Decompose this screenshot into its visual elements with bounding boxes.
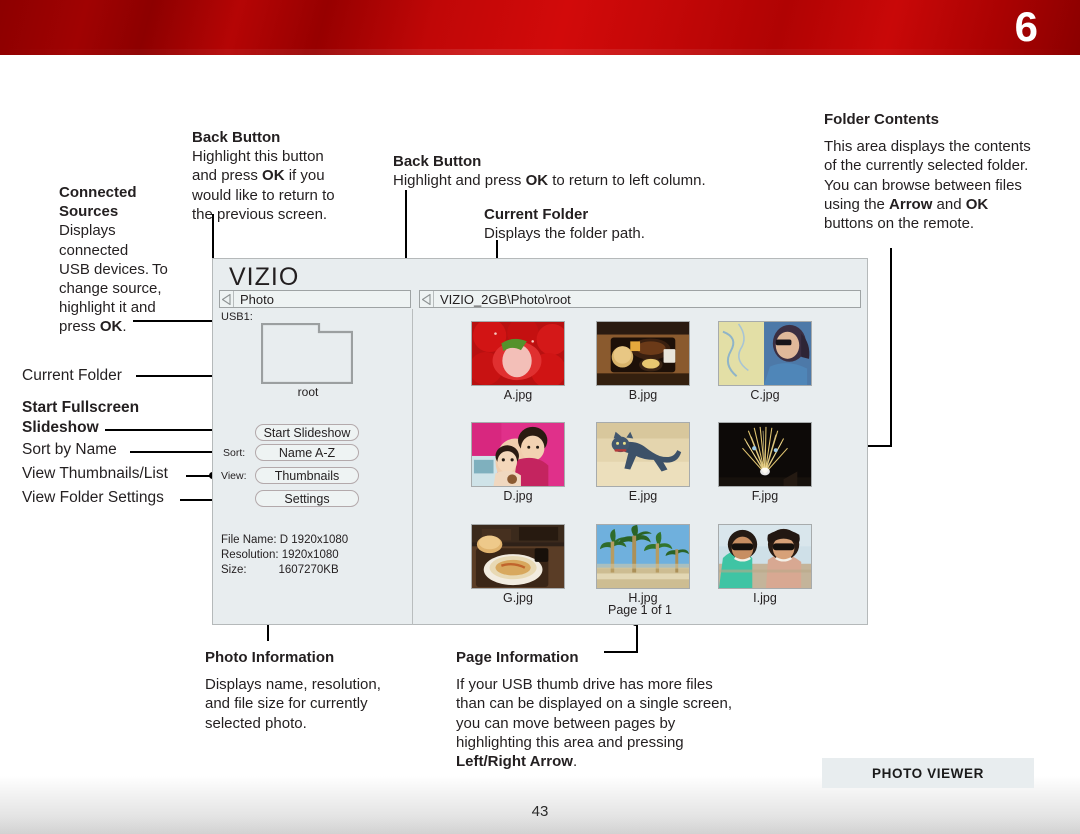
- tv-photo-viewer-screen: VIZIO Photo VIZIO_2GB\Photo\root USB1: r…: [212, 258, 868, 625]
- thumbnail-image-g[interactable]: [471, 524, 565, 589]
- connector-sort-by-name: [130, 451, 214, 453]
- annotation-page-information-body: If your USB thumb drive has more files t…: [456, 676, 733, 770]
- thumbnail-item[interactable]: C.jpg: [713, 321, 817, 402]
- thumbnail-image-h[interactable]: [596, 524, 690, 589]
- annotation-page-information: Page Information If your USB thumb drive…: [456, 648, 746, 771]
- thumbnail-label-b: B.jpg: [628, 388, 658, 402]
- annotation-view-folder-settings: View Folder Settings: [22, 489, 164, 506]
- view-button[interactable]: Thumbnails: [255, 467, 359, 484]
- annotation-current-folder: Current Folder: [22, 367, 122, 384]
- thumbnail-item[interactable]: I.jpg: [713, 524, 817, 605]
- thumbnail-image-c[interactable]: [718, 321, 812, 386]
- thumbnail-item[interactable]: D.jpg: [466, 422, 570, 503]
- page-number: 43: [531, 803, 549, 820]
- vizio-logo: VIZIO: [229, 263, 300, 291]
- annotation-connected-sources-title-1: Connected: [59, 184, 137, 201]
- annotation-back-button-left: Back Button Highlight this button and pre…: [192, 128, 367, 224]
- header-band: 6: [0, 0, 1080, 55]
- annotation-page-information-title: Page Information: [456, 649, 579, 666]
- annotation-back-button-left-title: Back Button: [192, 129, 281, 146]
- sort-prefix-label: Sort:: [223, 447, 246, 459]
- annotation-photo-information-body: Displays name, resolution, and file size…: [205, 676, 381, 732]
- thumbnail-label-d: D.jpg: [503, 489, 533, 503]
- annotation-current-folder-path-title: Current Folder: [484, 206, 589, 223]
- annotation-sort-by-name: Sort by Name: [22, 441, 117, 458]
- annotation-start-slideshow: Start Fullscreen Slideshow: [22, 398, 139, 438]
- thumbnail-label-e: E.jpg: [628, 489, 658, 503]
- chapter-number: 6: [1014, 3, 1038, 50]
- annotation-start-slideshow-title-1: Start Fullscreen: [22, 399, 140, 416]
- view-prefix-label: View:: [221, 470, 247, 482]
- thumbnail-image-b[interactable]: [596, 321, 690, 386]
- thumbnail-label-a: A.jpg: [503, 388, 533, 402]
- thumbnail-image-d[interactable]: [471, 422, 565, 487]
- annotation-photo-information-title: Photo Information: [205, 649, 335, 666]
- nav-source-label: Photo: [240, 291, 274, 307]
- folder-icon[interactable]: [260, 322, 354, 385]
- thumbnail-image-e[interactable]: [596, 422, 690, 487]
- thumbnail-label-f: F.jpg: [751, 489, 779, 503]
- connector-folder-contents-v: [890, 248, 892, 446]
- usb-source-label: USB1:: [221, 311, 253, 323]
- thumbnail-item[interactable]: G.jpg: [466, 524, 570, 605]
- nav-source-box[interactable]: Photo: [219, 290, 411, 308]
- thumbnail-image-a[interactable]: [471, 321, 565, 386]
- thumbnail-item[interactable]: A.jpg: [466, 321, 570, 402]
- annotation-back-button-mid-title: Back Button: [393, 153, 482, 170]
- settings-button[interactable]: Settings: [255, 490, 359, 507]
- navigation-row: Photo VIZIO_2GB\Photo\root: [213, 290, 869, 309]
- annotation-back-button-mid: Back Button Highlight and press OK to re…: [393, 152, 763, 190]
- section-tab: PHOTO VIEWER: [822, 758, 1034, 788]
- annotation-current-folder-path: Current Folder Displays the folder path.: [484, 205, 734, 243]
- photo-file-info: File Name: D 1920x1080 Resolution: 1920x…: [221, 534, 349, 577]
- annotation-folder-contents-body: This area displays the contents of the c…: [824, 138, 1032, 232]
- start-slideshow-button[interactable]: Start Slideshow: [255, 424, 359, 441]
- nav-path-box[interactable]: VIZIO_2GB\Photo\root: [419, 290, 861, 308]
- thumbnail-item[interactable]: H.jpg: [591, 524, 695, 605]
- page-info-label[interactable]: Page 1 of 1: [419, 603, 861, 617]
- thumbnail-image-f[interactable]: [718, 422, 812, 487]
- annotation-folder-contents: Folder Contents This area displays the c…: [824, 110, 1036, 233]
- annotation-current-folder-path-body: Displays the folder path.: [484, 225, 645, 243]
- thumbnail-item[interactable]: F.jpg: [713, 422, 817, 503]
- back-arrow-icon[interactable]: [220, 291, 234, 307]
- sort-button[interactable]: Name A-Z: [255, 444, 359, 461]
- annotation-folder-contents-title: Folder Contents: [824, 111, 939, 128]
- thumbnail-label-c: C.jpg: [750, 388, 780, 402]
- annotation-back-button-mid-body: Highlight and press OK to return to left…: [393, 172, 706, 190]
- panel-divider: [412, 309, 413, 625]
- annotation-photo-information: Photo Information Displays name, resolut…: [205, 648, 385, 733]
- annotation-connected-sources: Connected Sources Displays connected USB d…: [59, 183, 181, 337]
- thumbnail-item[interactable]: B.jpg: [591, 321, 695, 402]
- back-arrow-icon-path[interactable]: [420, 291, 434, 307]
- annotation-connected-sources-title-2: Sources: [59, 203, 119, 221]
- nav-path-label: VIZIO_2GB\Photo\root: [440, 291, 571, 307]
- thumbnail-item[interactable]: E.jpg: [591, 422, 695, 503]
- annotation-back-button-left-body: Highlight this button and press OK if you…: [192, 148, 335, 223]
- annotation-view-thumbnails: View Thumbnails/List: [22, 465, 168, 482]
- thumbnail-image-i[interactable]: [718, 524, 812, 589]
- annotation-start-slideshow-title-2: Slideshow: [22, 418, 99, 436]
- folder-name-label: root: [297, 385, 319, 399]
- manual-page: 6 Connected Sources Displays connected USB…: [0, 0, 1080, 834]
